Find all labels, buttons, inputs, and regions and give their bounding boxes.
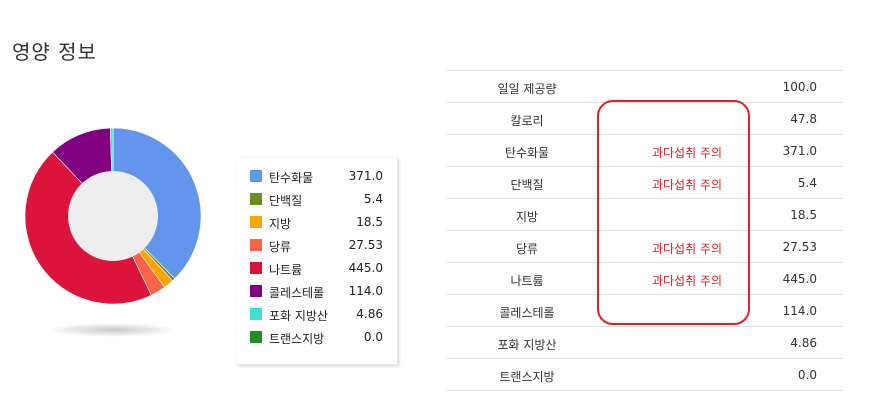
table-row: 탄수화물 과다섭취 주의 371.0 (447, 135, 843, 167)
nutrient-name: 포화 지방산 (497, 338, 557, 352)
table-row: 일일 제공량 100.0 (447, 71, 843, 103)
table-row: 단백질 과다섭취 주의 5.4 (447, 167, 843, 199)
legend-swatch (250, 262, 262, 274)
legend-swatch (250, 239, 262, 251)
donut-chart-svg (24, 128, 202, 337)
table-row: 콜레스테롤 114.0 (447, 295, 843, 327)
legend-item-trans-fat[interactable]: 트랜스지방 0.0 (237, 327, 397, 349)
warning-text: 과다섭취 주의 (651, 178, 723, 192)
nutrient-value: 371.0 (782, 144, 817, 158)
legend-swatch (250, 308, 262, 320)
table-row: 당류 과다섭취 주의 27.53 (447, 231, 843, 263)
table-row: 지방 18.5 (447, 199, 843, 231)
legend-value: 4.86 (356, 307, 383, 321)
legend-item-fat[interactable]: 지방 18.5 (237, 212, 397, 234)
nutrient-value: 47.8 (790, 112, 817, 126)
legend-item-protein[interactable]: 단백질 5.4 (237, 189, 397, 211)
nutrition-donut-chart (20, 128, 210, 343)
nutrient-value: 4.86 (790, 336, 817, 350)
legend-swatch (250, 170, 262, 182)
legend-item-carb[interactable]: 탄수화물 371.0 (237, 166, 397, 188)
legend-label: 당류 (269, 240, 292, 254)
legend-value: 114.0 (348, 284, 383, 298)
nutrient-value: 100.0 (782, 80, 817, 94)
nutrient-value: 445.0 (782, 272, 817, 286)
nutrient-name: 당류 (515, 242, 539, 256)
table-row: 나트륨 과다섭취 주의 445.0 (447, 263, 843, 295)
nutrient-name: 나트륨 (510, 274, 544, 288)
chart-legend: 탄수화물 371.0 단백질 5.4 지방 18.5 당류 27.53 나트륨 … (237, 158, 398, 365)
legend-swatch (250, 285, 262, 297)
nutrient-value: 0.0 (797, 368, 817, 382)
warning-text: 과다섭취 주의 (651, 274, 723, 288)
nutrient-name: 칼로리 (510, 114, 544, 128)
legend-label: 지방 (269, 217, 292, 231)
legend-label: 포화 지방산 (269, 309, 329, 323)
nutrient-name: 탄수화물 (504, 146, 550, 160)
nutrient-value: 18.5 (790, 208, 817, 222)
nutrition-table: 일일 제공량 100.0 칼로리 47.8 탄수화물 과다섭취 주의 371.0… (447, 70, 843, 391)
warning-text: 과다섭취 주의 (651, 242, 723, 256)
nutrient-name: 단백질 (510, 178, 544, 192)
page-title: 영양 정보 (12, 40, 97, 64)
legend-label: 트랜스지방 (269, 332, 325, 346)
legend-label: 콜레스테롤 (269, 286, 325, 300)
table-row: 칼로리 47.8 (447, 103, 843, 135)
legend-value: 445.0 (348, 261, 383, 275)
legend-item-sugar[interactable]: 당류 27.53 (237, 235, 397, 257)
legend-value: 0.0 (363, 330, 383, 344)
legend-label: 탄수화물 (269, 171, 314, 185)
nutrient-name: 일일 제공량 (497, 82, 557, 96)
table-row: 포화 지방산 4.86 (447, 327, 843, 359)
nutrient-value: 27.53 (782, 240, 817, 254)
table-row: 트랜스지방 0.0 (447, 359, 843, 391)
nutrient-name: 콜레스테롤 (499, 306, 555, 320)
legend-value: 18.5 (356, 215, 383, 229)
nutrient-value: 114.0 (782, 304, 817, 318)
legend-swatch (250, 216, 262, 228)
chart-shadow (48, 323, 178, 337)
donut-hole (68, 171, 158, 261)
legend-item-saturated-fat[interactable]: 포화 지방산 4.86 (237, 304, 397, 326)
legend-value: 27.53 (348, 238, 383, 252)
warning-text: 과다섭취 주의 (651, 146, 723, 160)
legend-label: 나트륨 (269, 263, 303, 277)
legend-label: 단백질 (269, 194, 303, 208)
legend-item-cholesterol[interactable]: 콜레스테롤 114.0 (237, 281, 397, 303)
legend-value: 5.4 (363, 192, 383, 206)
legend-swatch (250, 331, 262, 343)
legend-item-sodium[interactable]: 나트륨 445.0 (237, 258, 397, 280)
legend-swatch (250, 193, 262, 205)
nutrient-name: 지방 (515, 210, 539, 224)
nutrient-name: 트랜스지방 (499, 370, 555, 384)
nutrient-value: 5.4 (797, 176, 817, 190)
legend-value: 371.0 (348, 169, 383, 183)
